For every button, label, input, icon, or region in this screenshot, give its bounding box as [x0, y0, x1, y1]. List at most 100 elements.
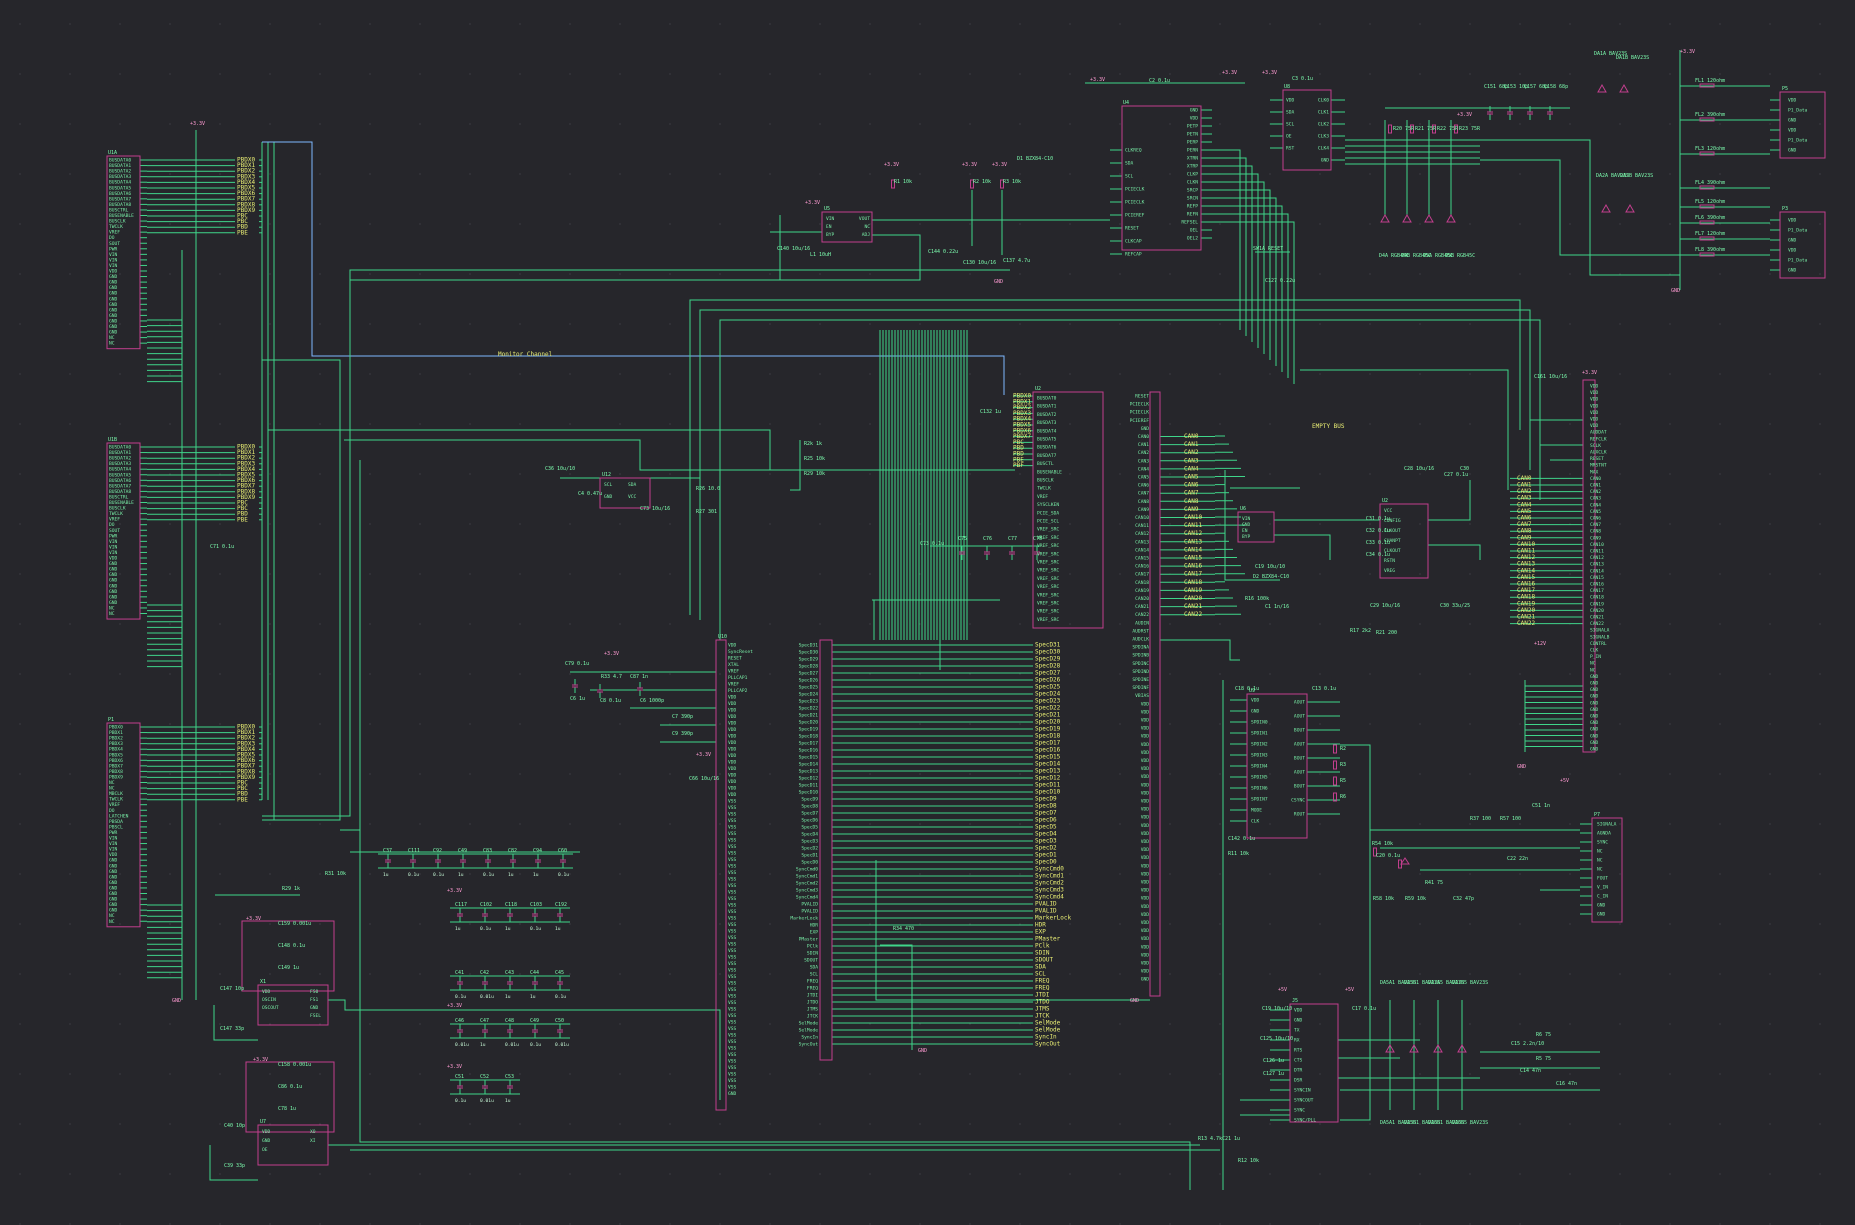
- grid-dot: [269, 23, 271, 25]
- u10-net-label: PVALID: [1035, 901, 1057, 908]
- bus-connector-a-pin: GND: [109, 313, 118, 319]
- grid-dot: [219, 873, 221, 875]
- grid-dot: [419, 973, 421, 975]
- grid-dot: [1019, 23, 1021, 25]
- grid-dot: [69, 773, 71, 775]
- u9-pin: SPDIN4: [1251, 764, 1268, 770]
- u3-pin: CAN9: [1138, 507, 1149, 513]
- u4-pin-right: XTRN: [1187, 156, 1198, 162]
- grid-dot: [569, 473, 571, 475]
- u2-pin: VREF_SRC: [1037, 576, 1059, 582]
- grid-dot: [519, 523, 521, 525]
- grid-dot: [1469, 873, 1471, 875]
- u3-net-label: CAN8: [1184, 498, 1199, 505]
- grid-dot: [919, 323, 921, 325]
- grid-dot: [669, 223, 671, 225]
- grid-dot: [319, 673, 321, 675]
- u3-pin: VDD: [1141, 936, 1150, 942]
- u10-pin: VSS: [728, 942, 737, 948]
- grid-dot: [1319, 23, 1321, 25]
- u9-pin: SPDIN7: [1251, 797, 1268, 803]
- u10-pin-mid: MarkerLock: [790, 916, 818, 922]
- grid-dot: [1669, 923, 1671, 925]
- grid-dot: [419, 273, 421, 275]
- bus-connector-a-pin: VIN: [109, 252, 118, 258]
- p5-ref: P5: [1782, 86, 1788, 92]
- grid-dot: [969, 1223, 971, 1225]
- grid-dot: [219, 823, 221, 825]
- grid-dot: [1119, 623, 1121, 625]
- u10-pin: VSS: [728, 851, 737, 857]
- grid-dot: [1619, 1173, 1621, 1175]
- grid-dot: [369, 723, 371, 725]
- res-label: R29 1k: [282, 886, 300, 892]
- u9-pin: ROUT: [1294, 812, 1305, 818]
- grid-dot: [1319, 223, 1321, 225]
- grid-dot: [969, 823, 971, 825]
- grid-dot: [369, 523, 371, 525]
- u2-pin: BUSDAT0: [1037, 396, 1057, 402]
- grid-dot: [1819, 323, 1821, 325]
- grid-dot: [69, 323, 71, 325]
- p2-pin: GND: [1590, 733, 1599, 739]
- p3-pin: GND: [1788, 268, 1797, 274]
- grid-dot: [1019, 623, 1021, 625]
- grid-dot: [569, 223, 571, 225]
- pll-pin: VCC: [1384, 508, 1393, 514]
- grid-dot: [319, 1073, 321, 1075]
- decoupling-bank-5-value: 1u: [505, 1098, 511, 1104]
- grid-dot: [969, 23, 971, 25]
- u3-pin: VDD: [1141, 839, 1150, 845]
- grid-dot: [519, 973, 521, 975]
- ferrite-label: FL4 390ohm: [1695, 180, 1725, 186]
- cap-label: C27 0.1u: [1444, 472, 1468, 478]
- schematic-canvas[interactable]: U1A BUSDATA0 BUSDATA1 BUSDATA2 BUSDATA3 BUSDA…: [0, 0, 1855, 1225]
- grid-dot: [719, 73, 721, 75]
- decoupling-bank-5-value: 0.1u: [455, 1098, 466, 1104]
- u3-pin: CAN12: [1135, 531, 1149, 537]
- decoupling-bank-1-label: C49: [458, 848, 467, 854]
- grid-dot: [569, 323, 571, 325]
- grid-dot: [619, 273, 621, 275]
- u8-pin: CLK4: [1318, 146, 1329, 152]
- grid-dot: [719, 23, 721, 25]
- grid-dot: [569, 73, 571, 75]
- u8-pin: SCL: [1286, 122, 1295, 128]
- grid-dot: [419, 923, 421, 925]
- grid-dot: [169, 423, 171, 425]
- u3-pin: VDD: [1141, 920, 1150, 926]
- grid-dot: [619, 1123, 621, 1125]
- bus-connector-c-pin: VIN: [109, 841, 118, 847]
- grid-dot: [1119, 723, 1121, 725]
- grid-dot: [619, 523, 621, 525]
- grid-dot: [469, 123, 471, 125]
- grid-dot: [19, 1073, 21, 1075]
- grid-dot: [519, 673, 521, 675]
- diode-label: D2 BZX84-C10: [1253, 574, 1289, 580]
- grid-dot: [869, 873, 871, 875]
- grid-dot: [919, 923, 921, 925]
- grid-dot: [1719, 173, 1721, 175]
- grid-dot: [69, 23, 71, 25]
- u3-pin: VDD: [1141, 758, 1150, 764]
- u2-pin: BUSDAT1: [1037, 404, 1057, 410]
- grid-dot: [19, 273, 21, 275]
- u10-net-label: SyncCmd0: [1035, 866, 1064, 873]
- u8-pin: SDA: [1286, 110, 1295, 116]
- grid-dot: [19, 473, 21, 475]
- p2-pin: SIGNALB: [1590, 634, 1610, 640]
- grid-dot: [1419, 773, 1421, 775]
- res-label: R2: [1340, 746, 1346, 752]
- p2-pin: CAN21: [1590, 615, 1604, 621]
- gnd-flag-5: GND: [1517, 764, 1526, 770]
- led-symbol: [1402, 213, 1412, 223]
- grid-dot: [269, 373, 271, 375]
- grid-dot: [1119, 1123, 1121, 1125]
- u4-pin-right: OEL: [1190, 228, 1199, 234]
- grid-dot: [169, 673, 171, 675]
- p2-pin: CAN2: [1590, 489, 1601, 495]
- u10-pin-mid: SpecD14: [799, 762, 819, 768]
- grid-dot: [1669, 773, 1671, 775]
- u3-pin: VDD: [1141, 896, 1150, 902]
- bus-connector-c-pin: VIN: [109, 836, 118, 842]
